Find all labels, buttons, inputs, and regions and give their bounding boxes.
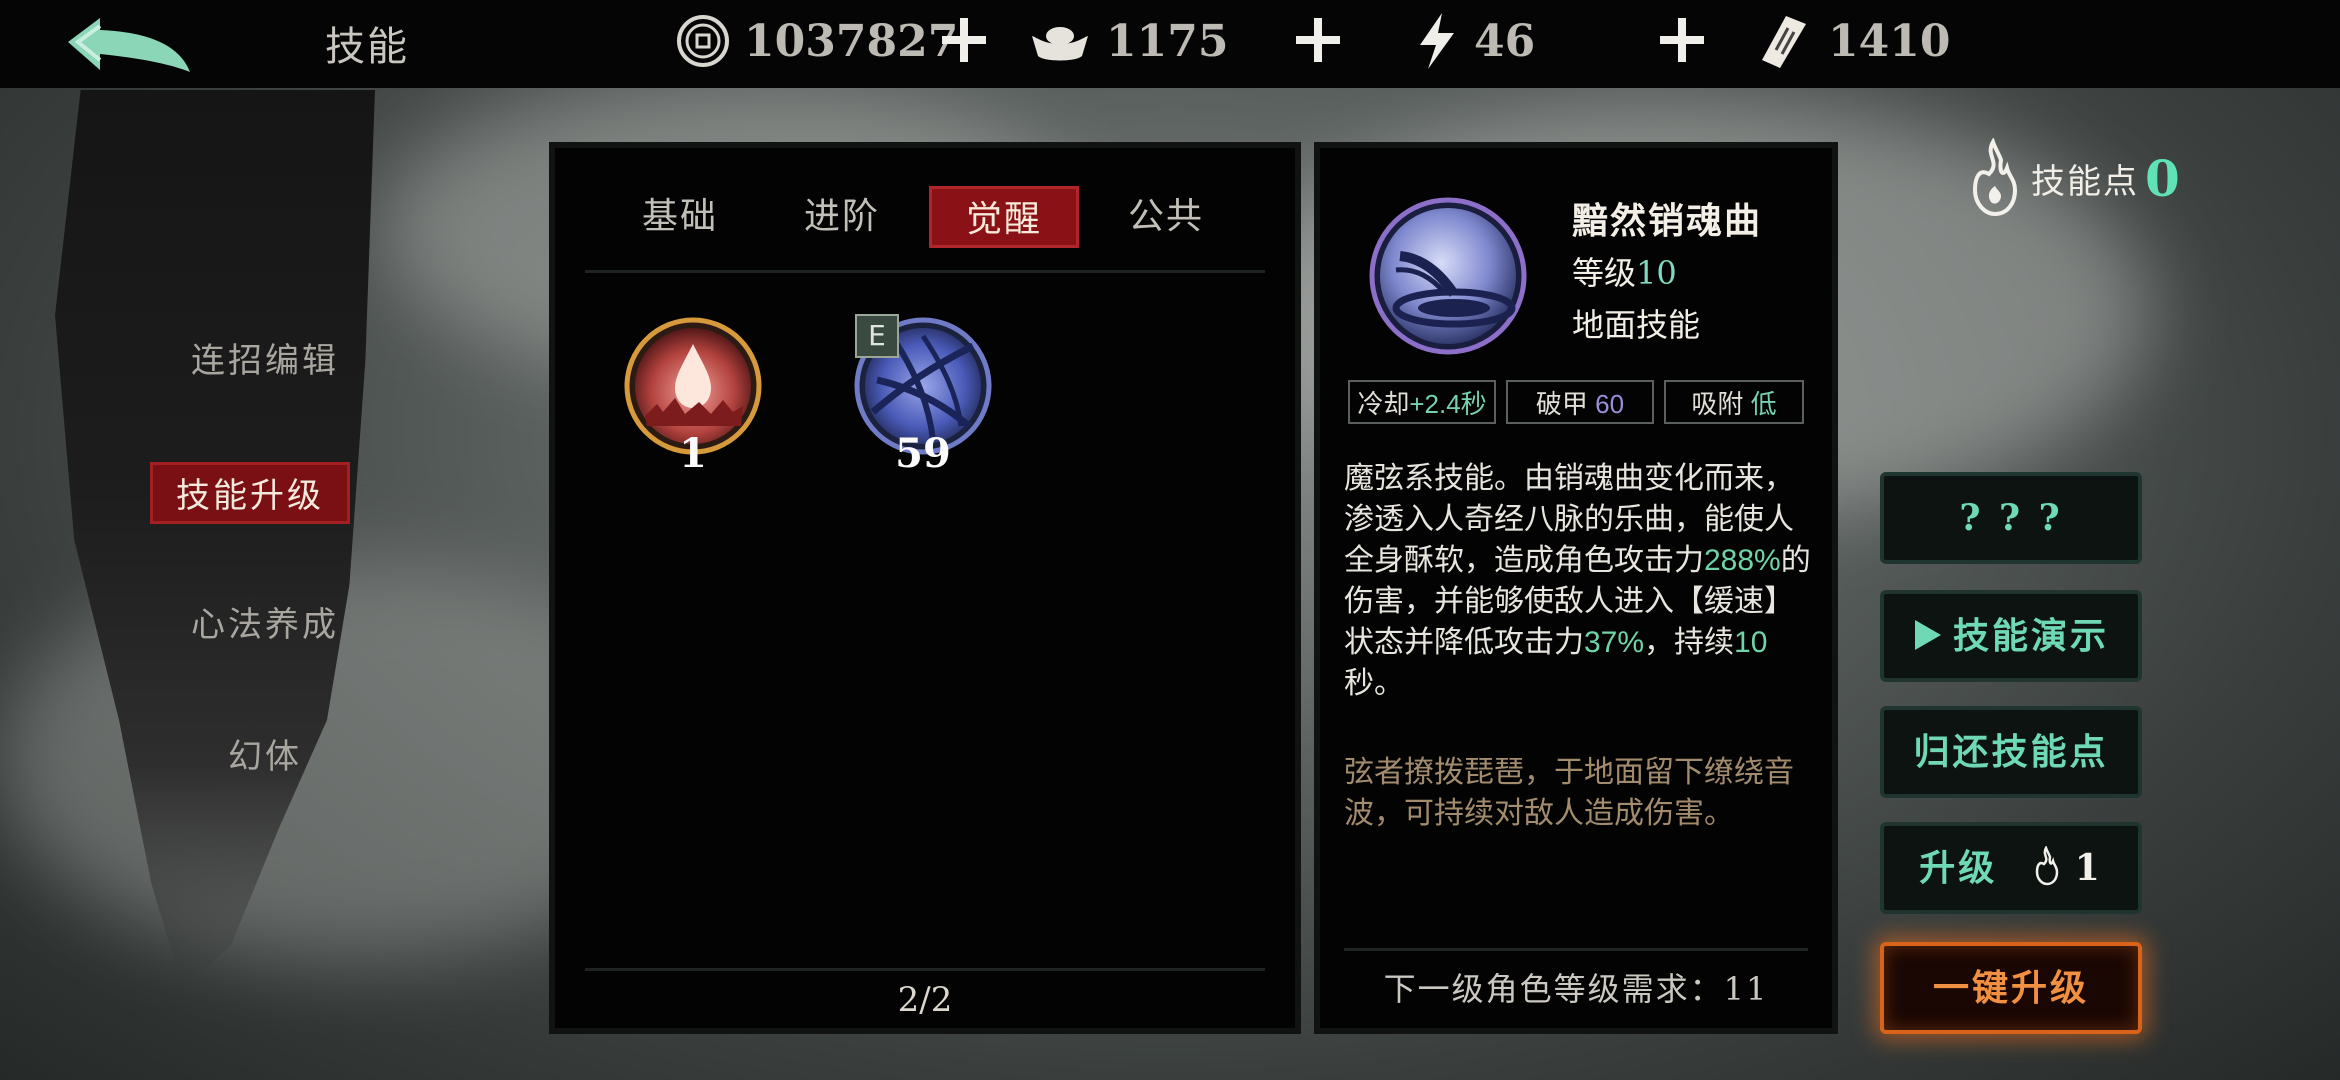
sidebar-item-combo-edit[interactable]: 连招编辑 — [150, 330, 380, 392]
skill-count: 59 — [895, 430, 951, 477]
skill-flavor-text: 弦者撩拨琵琶，于地面留下缭绕音波，可持续对敌人造成伤害。 — [1344, 756, 1794, 830]
skill-count: 1 — [679, 430, 707, 477]
sidebar-item-skill-upgrade[interactable]: 技能升级 — [150, 462, 350, 524]
skill-level: 等级10 — [1572, 248, 1677, 294]
unknown-button[interactable]: ? ? ? — [1880, 472, 2142, 564]
currency-talisman: 1410 — [1748, 10, 1950, 72]
stat-label: 吸附 — [1691, 389, 1744, 419]
coin-icon — [677, 15, 729, 67]
skill-points-value: 0 — [2145, 148, 2180, 208]
upgrade-cost: 1 — [2074, 847, 2103, 889]
stat-value: 低 — [1750, 389, 1777, 419]
skill-detail-panel: 黯然销魂曲 等级10 地面技能 冷却+2.4秒 破甲 60 吸附 低 魔弦系技能… — [1320, 148, 1832, 1028]
skill-type: 地面技能 — [1572, 306, 1701, 344]
page-title: 技能 — [325, 24, 409, 70]
talisman-value: 1410 — [1828, 15, 1951, 67]
skill-points-label: 技能点 — [2031, 161, 2139, 202]
stat-armor-break: 破甲 60 — [1506, 380, 1654, 424]
level-value: 10 — [1636, 254, 1677, 292]
next-level-requirement: 下一级角色等级需求：11 — [1320, 964, 1832, 1010]
skills-panel: 基础 进阶 觉醒 公共 1 E 59 2/2 — [555, 148, 1295, 1028]
skill-description: 魔弦系技能。由销魂曲变化而来，渗透入人奇经八脉的乐曲，能使人全身酥软，造成角色攻… — [1344, 458, 1814, 704]
currency-coins: 1037827 — [676, 10, 958, 72]
page-indicator: 2/2 — [897, 980, 953, 1020]
skill-demo-label: 技能演示 — [1952, 615, 2109, 657]
tab-divider — [585, 270, 1265, 273]
panel-divider — [585, 968, 1265, 971]
skill-demo-button[interactable]: 技能演示 — [1880, 590, 2142, 682]
stat-absorb: 吸附 低 — [1664, 380, 1804, 424]
upgrade-label: 升级 — [1919, 847, 1998, 889]
talisman-icon — [1762, 16, 1806, 68]
top-bar: 技能 1037827 1175 46 1410 — [0, 0, 2340, 88]
back-arrow-icon[interactable] — [60, 12, 200, 76]
upgrade-button[interactable]: 升级 1 — [1880, 822, 2142, 914]
tab-common[interactable]: 公共 — [1091, 186, 1241, 248]
play-icon — [1914, 620, 1941, 650]
refund-skill-points-button[interactable]: 归还技能点 — [1880, 706, 2142, 798]
tab-awakening[interactable]: 觉醒 — [929, 186, 1079, 248]
currency-energy: 46 — [1414, 10, 1535, 72]
requirement-value: 11 — [1723, 970, 1769, 1008]
stat-value: 60 — [1595, 389, 1625, 419]
e-key-badge: E — [855, 314, 899, 358]
requirement-label: 下一级角色等级需求： — [1383, 970, 1724, 1008]
stat-label: 冷却 — [1357, 389, 1410, 419]
skill-points: 技能点 0 — [1965, 138, 2180, 218]
panel-divider — [1344, 948, 1808, 951]
tab-basic[interactable]: 基础 — [605, 186, 755, 248]
silver-value: 1175 — [1106, 15, 1229, 67]
stat-value: +2.4秒 — [1409, 389, 1487, 419]
energy-bolt-icon — [1420, 13, 1454, 69]
level-label: 等级 — [1572, 254, 1637, 292]
sidebar-item-phantom[interactable]: 幻体 — [150, 726, 380, 788]
desc-text: 秒。 — [1344, 667, 1404, 700]
skill-name: 黯然销魂曲 — [1572, 200, 1763, 242]
currency-silver: 1175 — [1028, 10, 1228, 72]
spirit-flame-icon — [2035, 844, 2059, 886]
desc-highlight: 288% — [1704, 544, 1781, 577]
tab-advanced[interactable]: 进阶 — [767, 186, 917, 248]
desc-text: ，持续 — [1644, 626, 1735, 659]
stat-label: 破甲 — [1535, 389, 1588, 419]
energy-value: 46 — [1474, 15, 1536, 67]
add-energy-button[interactable] — [1656, 14, 1708, 66]
one-click-upgrade-button[interactable]: 一键升级 — [1880, 942, 2142, 1034]
sorrow-melody-skill-icon — [1369, 197, 1527, 355]
silver-ingot-icon — [1032, 27, 1088, 61]
desc-highlight: 37% — [1584, 626, 1645, 659]
stat-cooldown: 冷却+2.4秒 — [1348, 380, 1496, 424]
add-coins-button[interactable] — [938, 14, 990, 66]
add-silver-button[interactable] — [1292, 14, 1344, 66]
sidebar-item-mind-method[interactable]: 心法养成 — [150, 594, 380, 656]
spirit-flame-icon — [1972, 138, 2018, 217]
coins-value: 1037827 — [744, 15, 959, 67]
desc-highlight: 10 — [1734, 626, 1768, 659]
